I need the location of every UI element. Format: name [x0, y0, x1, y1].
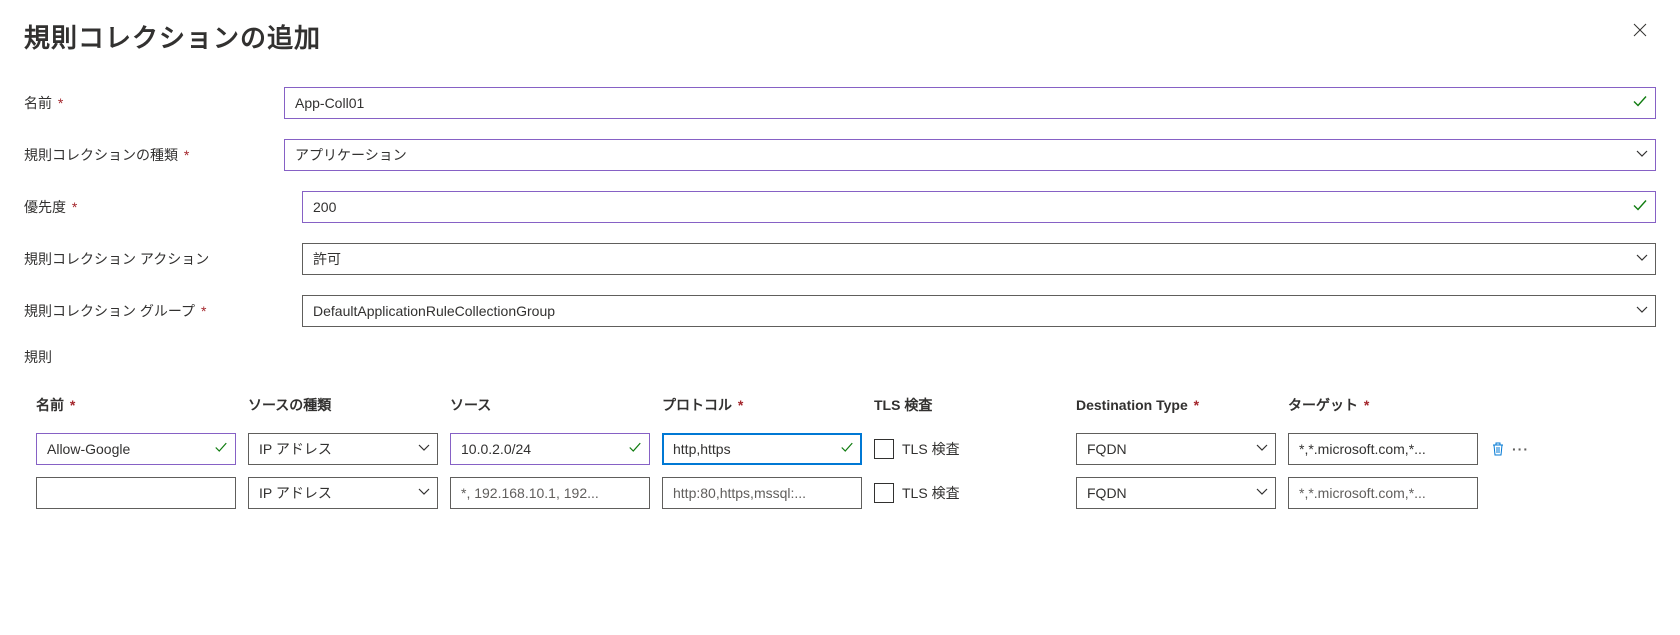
rule-target-input[interactable]: [1288, 433, 1478, 465]
rules-section-label: 規則: [24, 347, 1656, 367]
priority-label: 優先度 *: [24, 197, 284, 217]
rule-name-input[interactable]: [36, 433, 236, 465]
rule-tls-label: TLS 検査: [902, 483, 960, 503]
rule-source-type-select[interactable]: IP アドレス: [248, 477, 438, 509]
col-tls: TLS 検査: [874, 395, 932, 415]
group-select[interactable]: DefaultApplicationRuleCollectionGroup: [302, 295, 1656, 327]
rule-source-input[interactable]: [450, 433, 650, 465]
action-label: 規則コレクション アクション: [24, 249, 284, 269]
rule-dest-type-select[interactable]: FQDN: [1076, 477, 1276, 509]
delete-rule-button[interactable]: [1490, 441, 1506, 457]
action-select[interactable]: 許可: [302, 243, 1656, 275]
collection-type-label: 規則コレクションの種類 *: [24, 145, 284, 165]
rule-tls-checkbox[interactable]: [874, 439, 894, 459]
col-source: ソース: [450, 397, 491, 413]
close-icon: [1632, 22, 1648, 38]
rule-tls-checkbox[interactable]: [874, 483, 894, 503]
close-button[interactable]: [1624, 18, 1656, 46]
group-label: 規則コレクション グループ *: [24, 301, 284, 321]
rule-dest-type-select[interactable]: FQDN: [1076, 433, 1276, 465]
name-label: 名前 *: [24, 93, 284, 113]
rule-protocol-input[interactable]: [662, 477, 862, 509]
rule-name-input[interactable]: [36, 477, 236, 509]
trash-icon: [1490, 441, 1506, 457]
more-button[interactable]: ···: [1512, 441, 1529, 457]
rules-table: 名前 * ソースの種類 ソース プロトコル * TLS 検査 Destinati…: [24, 395, 1656, 509]
collection-type-select[interactable]: アプリケーション: [284, 139, 1656, 171]
rule-tls-label: TLS 検査: [902, 439, 960, 459]
col-dest-type: Destination Type: [1076, 397, 1188, 413]
table-row: IP アドレス TLS 検査 FQDN ···: [24, 433, 1656, 465]
col-target: ターゲット: [1288, 397, 1358, 413]
rule-source-input[interactable]: [450, 477, 650, 509]
rule-protocol-input[interactable]: [662, 433, 862, 465]
col-name: 名前: [36, 397, 64, 413]
name-input[interactable]: [284, 87, 1656, 119]
col-protocol: プロトコル: [662, 397, 732, 413]
table-row: IP アドレス TLS 検査 FQDN: [24, 477, 1656, 509]
rule-source-type-select[interactable]: IP アドレス: [248, 433, 438, 465]
page-title: 規則コレクションの追加: [24, 18, 321, 55]
priority-input[interactable]: [302, 191, 1656, 223]
rule-target-input[interactable]: [1288, 477, 1478, 509]
col-source-type: ソースの種類: [248, 397, 331, 413]
